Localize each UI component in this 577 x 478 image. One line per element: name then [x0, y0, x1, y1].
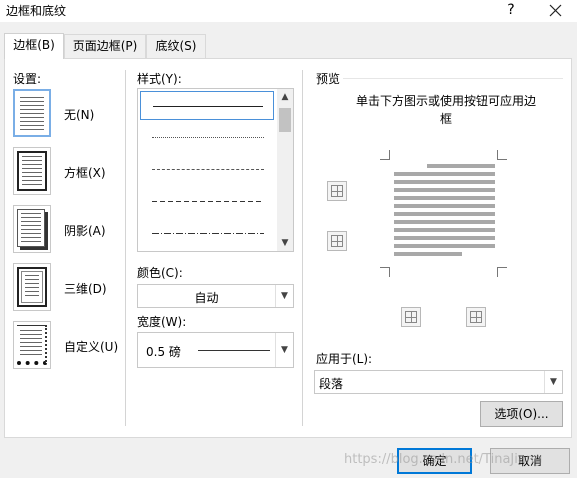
- inside-horizontal-border-button[interactable]: [327, 231, 347, 251]
- preview-text-line: [394, 212, 495, 216]
- preview-text-line: [394, 220, 495, 224]
- style-item-dash-dot[interactable]: [140, 219, 274, 248]
- preview-text-line: [394, 252, 462, 256]
- setting-shadow-icon: [17, 209, 45, 247]
- tab-shading[interactable]: 底纹(S): [146, 34, 206, 58]
- corner-mark: [380, 150, 390, 160]
- corner-mark: [497, 150, 507, 160]
- scroll-up-button[interactable]: ▲: [277, 89, 293, 105]
- setting-box-option[interactable]: [13, 147, 51, 195]
- settings-label: 设置:: [13, 72, 42, 86]
- setting-none-label[interactable]: 无(N): [64, 106, 94, 123]
- border-inside-horizontal-icon: [331, 235, 343, 247]
- corner-mark: [380, 267, 390, 277]
- setting-custom-label[interactable]: 自定义(U): [64, 338, 118, 355]
- tab-border[interactable]: 边框(B): [4, 33, 64, 59]
- setting-none-icon: [17, 93, 47, 133]
- setting-3d-label[interactable]: 三维(D): [64, 280, 107, 297]
- close-button[interactable]: [540, 0, 570, 22]
- preview-separator: [343, 78, 563, 79]
- preview-text-line: [394, 236, 495, 240]
- column-divider: [302, 70, 303, 426]
- setting-shadow-option[interactable]: [13, 205, 51, 253]
- setting-box-label[interactable]: 方框(X): [64, 164, 106, 181]
- help-button[interactable]: ?: [499, 0, 523, 22]
- title-bar: [0, 0, 577, 22]
- right-border-button[interactable]: [466, 307, 486, 327]
- style-item-dotted[interactable]: [140, 123, 274, 152]
- setting-none-option[interactable]: [13, 89, 51, 137]
- chevron-down-icon: ▼: [544, 371, 562, 393]
- border-top-icon: [331, 185, 343, 197]
- border-right-icon: [470, 311, 482, 323]
- setting-custom-option[interactable]: [13, 321, 51, 369]
- setting-3d-option[interactable]: [13, 263, 51, 311]
- preview-area[interactable]: [380, 150, 510, 280]
- width-label: 宽度(W):: [137, 315, 187, 329]
- setting-shadow-label[interactable]: 阴影(A): [64, 222, 106, 239]
- cancel-button[interactable]: 取消: [490, 448, 570, 474]
- width-value: 0.5 磅: [146, 345, 181, 359]
- setting-3d-icon: [17, 267, 47, 307]
- preview-text-line: [394, 180, 495, 184]
- setting-custom-icon: [17, 325, 47, 365]
- corner-mark: [497, 267, 507, 277]
- style-item-dashed[interactable]: [140, 187, 274, 216]
- apply-to-value: 段落: [319, 377, 344, 391]
- left-border-button[interactable]: [401, 307, 421, 327]
- options-button[interactable]: 选项(O)...: [480, 401, 563, 427]
- window-title: 边框和底纹: [6, 4, 67, 18]
- setting-box-icon: [17, 151, 47, 191]
- preview-text-line: [394, 172, 495, 176]
- column-divider: [125, 70, 126, 426]
- scroll-down-button[interactable]: ▼: [277, 235, 293, 251]
- apply-to-label: 应用于(L):: [316, 352, 373, 366]
- style-item-dash-dot-small[interactable]: [140, 155, 274, 184]
- color-value: 自动: [194, 291, 219, 305]
- preview-text-line: [394, 228, 495, 232]
- top-border-button[interactable]: [327, 181, 347, 201]
- style-label: 样式(Y):: [137, 72, 182, 86]
- close-icon: [549, 4, 562, 17]
- style-list[interactable]: [137, 88, 294, 252]
- color-dropdown[interactable]: 自动 ▼: [137, 284, 294, 308]
- scroll-thumb[interactable]: [279, 108, 291, 132]
- preview-label: 预览: [316, 72, 341, 86]
- preview-text-line: [427, 164, 495, 168]
- width-line-sample: [198, 350, 270, 351]
- chevron-down-icon: ▼: [275, 285, 293, 307]
- preview-text-line: [394, 196, 495, 200]
- preview-text-line: [394, 204, 495, 208]
- ok-button[interactable]: 确定: [397, 448, 472, 474]
- chevron-down-icon: ▼: [275, 333, 293, 367]
- color-label: 颜色(C):: [137, 266, 183, 280]
- apply-to-dropdown[interactable]: 段落 ▼: [314, 370, 563, 394]
- border-left-icon: [405, 311, 417, 323]
- preview-instructions: 单击下方图示或使用按钮可应用边框: [355, 94, 536, 126]
- style-item-solid[interactable]: [140, 91, 274, 120]
- preview-text-line: [394, 188, 495, 192]
- width-dropdown[interactable]: 0.5 磅 ▼: [137, 332, 294, 368]
- tab-page-border[interactable]: 页面边框(P): [64, 34, 146, 58]
- preview-text-line: [394, 244, 495, 248]
